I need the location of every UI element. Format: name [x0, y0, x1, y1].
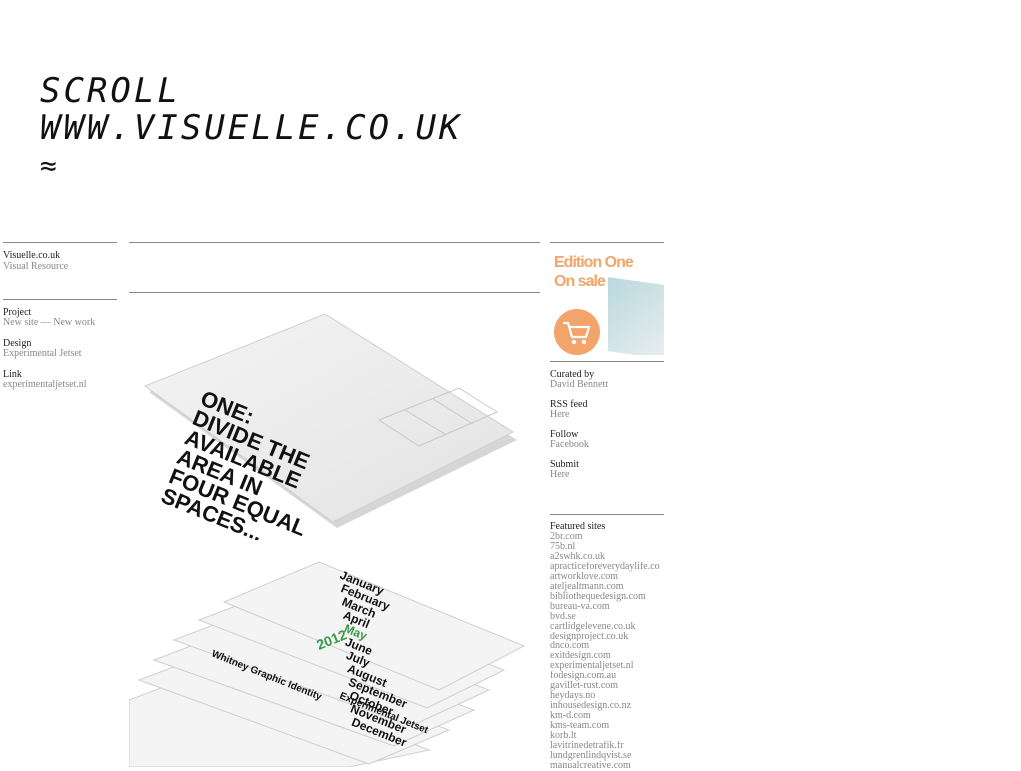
link-meta: Link experimentaljetset.nl: [3, 370, 117, 390]
featured-site-link[interactable]: manualcreative.com: [550, 761, 664, 771]
featured-site-link[interactable]: bvd.se: [550, 612, 664, 622]
featured-sites-heading: Featured sites: [550, 521, 606, 532]
featured-site-link[interactable]: exitdesign.com: [550, 651, 664, 661]
divider: [550, 361, 664, 362]
header-approx-symbol: ≈: [40, 149, 57, 182]
featured-site-link[interactable]: experimentaljetset.nl: [550, 661, 664, 671]
featured-site-link[interactable]: korb.lt: [550, 731, 664, 741]
site-header: SCROLL WWW.VISUELLE.CO.UK ≈: [40, 73, 462, 184]
featured-site-link[interactable]: 75b.nl: [550, 542, 664, 552]
divider: [3, 299, 117, 300]
divider: [3, 242, 117, 243]
divider: [550, 242, 664, 243]
featured-site-link[interactable]: km-d.com: [550, 711, 664, 721]
main-column: [129, 242, 540, 293]
meta-value: New site — New work: [3, 317, 96, 328]
right-column: Edition One On sale Curated by David Ben…: [550, 242, 664, 771]
featured-site-link[interactable]: cartlidgelevene.co.uk: [550, 622, 664, 632]
featured-site-link[interactable]: lundgrenlindqvist.se: [550, 751, 664, 761]
meta-value[interactable]: David Bennett: [550, 380, 664, 390]
featured-site-link[interactable]: artworklove.com: [550, 572, 664, 582]
left-column: Visuelle.co.uk Visual Resource Project N…: [3, 242, 117, 390]
featured-site-link[interactable]: lavitrinedetrafik.fr: [550, 741, 664, 751]
featured-site-link[interactable]: inhousedesign.co.nz: [550, 701, 664, 711]
featured-site-link[interactable]: kms-team.com: [550, 721, 664, 731]
follow-meta: Follow Facebook: [550, 430, 664, 450]
ad-line: On sale: [554, 273, 606, 290]
featured-site-link[interactable]: dnco.com: [550, 641, 664, 651]
project-meta: Project New site — New work: [3, 308, 117, 328]
header-scroll-text: SCROLL: [40, 71, 181, 111]
edition-one-ad[interactable]: Edition One On sale: [550, 253, 664, 355]
featured-sites-list: 2br.com 75b.nl a2swhk.co.uk apracticeforeve…: [550, 532, 664, 771]
shopping-cart-icon[interactable]: [554, 309, 600, 355]
submit-meta: Submit Here: [550, 460, 664, 480]
featured-site-link[interactable]: bibliothequedesign.com: [550, 592, 664, 602]
divider: [129, 242, 540, 243]
meta-link[interactable]: Here: [550, 410, 664, 420]
meta-link[interactable]: Here: [550, 470, 664, 480]
featured-site-link[interactable]: heydays.no: [550, 691, 664, 701]
featured-site-link[interactable]: ateljealtmann.com: [550, 582, 664, 592]
featured-site-link[interactable]: designproject.co.uk: [550, 632, 664, 642]
design-meta: Design Experimental Jetset: [3, 339, 117, 359]
meta-value[interactable]: Experimental Jetset: [3, 349, 117, 359]
meta-link[interactable]: experimentaljetset.nl: [3, 380, 117, 390]
book-cover-image: ONE: DIVIDE THE AVAILABLE AREA IN FOUR E…: [129, 300, 529, 540]
rss-meta: RSS feed Here: [550, 400, 664, 420]
divider: [129, 292, 540, 293]
ad-headline: Edition One On sale: [554, 253, 634, 291]
featured-site-link[interactable]: fodesign.com.au: [550, 671, 664, 681]
featured-site-link[interactable]: gavillet-rust.com: [550, 681, 664, 691]
site-name[interactable]: Visuelle.co.uk: [3, 250, 117, 261]
ad-line: Edition One: [554, 254, 634, 271]
stacked-publications-image: Whitney Graphic Identity Experimental Je…: [129, 550, 529, 767]
meta-link[interactable]: Facebook: [550, 440, 664, 450]
curated-by-meta: Curated by David Bennett: [550, 370, 664, 390]
header-site-url[interactable]: WWW.VISUELLE.CO.UK: [40, 110, 462, 147]
featured-site-link[interactable]: a2swhk.co.uk: [550, 552, 664, 562]
featured-site-link[interactable]: 2br.com: [550, 532, 664, 542]
featured-site-link[interactable]: apracticeforeverydaylife.co: [550, 562, 664, 572]
divider: [550, 514, 664, 515]
site-subtitle: Visual Resource: [3, 261, 69, 272]
featured-site-link[interactable]: bureau-va.com: [550, 602, 664, 612]
